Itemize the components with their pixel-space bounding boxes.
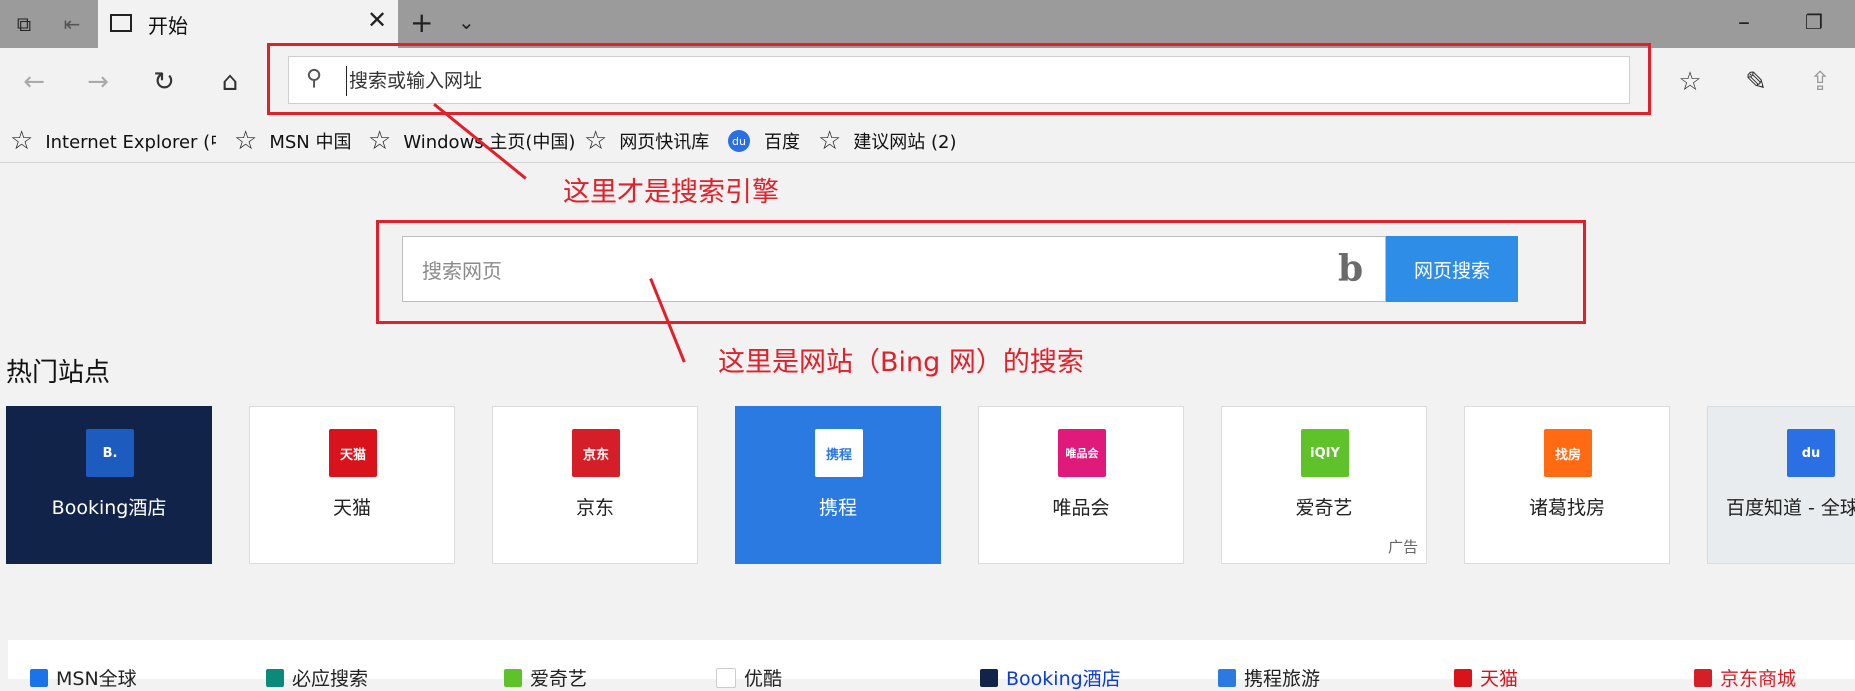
close-tab-icon[interactable]: ✕ [362, 6, 392, 34]
iqiyi-icon [504, 668, 522, 687]
tile-label: 爱奇艺 [1295, 497, 1353, 519]
site-link[interactable]: MSN全球 [30, 664, 137, 691]
share-icon[interactable]: ⇪ [1802, 64, 1838, 100]
forward-icon[interactable]: → [80, 64, 116, 100]
site-link[interactable]: 优酷 [716, 664, 782, 691]
vip-logo: 唯品会 [1058, 429, 1106, 477]
site-link[interactable]: 必应搜索 [266, 664, 368, 691]
chevron-down-icon[interactable]: ⌄ [458, 10, 475, 34]
favorite-item[interactable]: ☆ 建议网站 (2) [818, 126, 957, 156]
favorite-item[interactable]: ☆ 网页快讯库 [584, 126, 709, 156]
pen-icon[interactable]: ✎ [1738, 64, 1774, 100]
baidu-icon: du [728, 130, 750, 152]
star-icon: ☆ [368, 126, 392, 156]
favorite-item[interactable]: ☆ Windows 主页(中国) [368, 126, 575, 156]
refresh-icon[interactable]: ↻ [146, 64, 182, 100]
site-tile[interactable]: 唯品会 唯品会 [978, 406, 1184, 564]
site-link[interactable]: 天猫 [1454, 664, 1518, 691]
minimize-icon[interactable]: – [1738, 8, 1750, 36]
home-icon[interactable]: ⌂ [212, 64, 248, 100]
site-link[interactable]: 携程旅游 [1218, 664, 1320, 691]
booking-logo: B. [86, 429, 134, 477]
site-tile[interactable]: 携程 携程 [735, 406, 941, 564]
site-tile[interactable]: 找房 诸葛找房 [1464, 406, 1670, 564]
section-title: 热门站点 [6, 358, 111, 388]
bing-icon [266, 668, 284, 687]
tile-label: 唯品会 [1052, 497, 1110, 519]
jd-logo: 京东 [572, 429, 620, 477]
tile-label: 天猫 [332, 497, 371, 519]
ad-badge: 广告 [1387, 538, 1418, 556]
tile-label: Booking酒店 [51, 497, 167, 519]
jd-icon [1694, 668, 1712, 687]
site-tile[interactable]: 天猫 天猫 [249, 406, 455, 564]
new-tab-icon[interactable]: + [410, 6, 433, 39]
favorites-icon[interactable]: ☆ [1672, 64, 1708, 100]
set-aside-tabs-icon[interactable]: ⇤ [58, 10, 86, 38]
ctrip-icon [1218, 668, 1236, 687]
active-tab[interactable] [98, 0, 398, 48]
star-icon: ☆ [234, 126, 258, 156]
bing-annotation-box [376, 220, 1586, 324]
site-tile[interactable]: B. Booking酒店 [6, 406, 212, 564]
site-link[interactable]: 爱奇艺 [504, 664, 587, 691]
tile-label: 携程 [818, 497, 857, 519]
site-tile[interactable]: 京东 京东 [492, 406, 698, 564]
address-annotation-text: 这里才是搜索引擎 [563, 177, 779, 208]
site-link[interactable]: Booking酒店 [980, 664, 1121, 691]
tab-title: 开始 [148, 14, 188, 38]
favorite-item[interactable]: ☆ MSN 中国 [234, 126, 351, 156]
tab-preview-icon[interactable]: ⧉ [10, 10, 38, 38]
address-annotation-box [267, 43, 1651, 115]
tile-label: 百度知道 - 全球 [1726, 497, 1855, 519]
iqiyi-logo: iQIY [1301, 429, 1349, 477]
booking-icon [980, 668, 998, 687]
msn-icon [30, 668, 48, 687]
star-icon: ☆ [584, 126, 608, 156]
divider [0, 162, 1855, 163]
bing-annotation-text: 这里是网站（Bing 网）的搜索 [718, 347, 1084, 378]
youku-icon [716, 667, 736, 688]
back-icon[interactable]: ← [16, 64, 52, 100]
tile-label: 诸葛找房 [1528, 497, 1605, 519]
restore-icon[interactable]: ❐ [1805, 10, 1823, 34]
site-tile[interactable]: du 百度知道 - 全球 [1707, 406, 1855, 564]
page-icon [110, 14, 132, 32]
site-tile[interactable]: iQIY 爱奇艺 广告 [1221, 406, 1427, 564]
tile-label: 京东 [575, 497, 614, 519]
site-link[interactable]: 京东商城 [1694, 664, 1796, 691]
star-icon: ☆ [10, 126, 34, 156]
star-icon: ☆ [818, 126, 842, 156]
favorite-item[interactable]: ☆Internet Explorer (中国) [10, 126, 216, 156]
favorite-item[interactable]: du 百度 [728, 126, 800, 156]
tmall-icon [1454, 668, 1472, 687]
zhuge-logo: 找房 [1544, 429, 1592, 477]
ctrip-logo: 携程 [815, 429, 863, 477]
baidu-zhidao-logo: du [1787, 429, 1835, 477]
tmall-logo: 天猫 [329, 429, 377, 477]
